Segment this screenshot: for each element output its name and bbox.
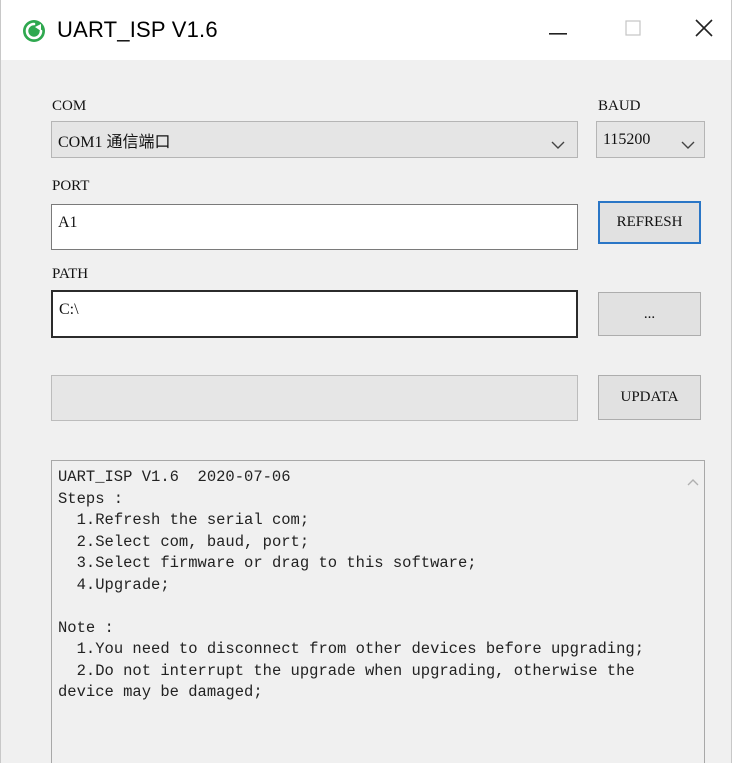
scroll-up-icon[interactable] <box>687 471 699 486</box>
path-label: PATH <box>52 266 89 282</box>
port-label: PORT <box>52 178 90 194</box>
green-refresh-icon <box>22 19 46 43</box>
refresh-button-label: REFRESH <box>616 214 683 230</box>
baud-select[interactable]: 115200 <box>596 121 705 158</box>
log-line: 4.Upgrade; <box>58 575 170 594</box>
window-title: UART_ISP V1.6 <box>57 17 218 42</box>
log-line: 1.You need to disconnect from other devi… <box>58 640 645 658</box>
path-input-value: C:\ <box>59 301 79 318</box>
log-line: Steps : <box>58 489 124 508</box>
progress-bar <box>51 375 578 421</box>
maximize-icon <box>625 20 641 40</box>
update-button-label: UPDATA <box>620 389 679 405</box>
close-button[interactable] <box>669 0 731 60</box>
close-icon <box>695 19 713 41</box>
minimize-icon <box>549 21 567 40</box>
log-line: Note : <box>58 618 114 637</box>
baud-label: BAUD <box>598 98 641 114</box>
port-input[interactable]: A1 <box>51 204 578 250</box>
com-select[interactable]: COM1 通信端口 <box>51 121 578 158</box>
port-input-value: A1 <box>58 214 78 231</box>
update-button[interactable]: UPDATA <box>598 375 701 420</box>
log-line: 2.Do not interrupt the upgrade when upgr… <box>58 661 645 702</box>
browse-button[interactable]: ... <box>598 292 701 336</box>
app-window: UART_ISP V1.6 COM COM1 通信端口 BAUD 115200 … <box>0 0 732 763</box>
title-bar[interactable]: UART_ISP V1.6 <box>1 0 731 60</box>
chevron-down-icon <box>551 135 565 149</box>
browse-button-label: ... <box>643 305 656 322</box>
log-text: UART_ISP V1.6 2020-07-06 Steps : 1.Refres… <box>58 467 670 704</box>
log-line: 2.Select com, baud, port; <box>58 532 310 551</box>
log-scrollbar[interactable] <box>682 461 704 763</box>
path-input[interactable]: C:\ <box>51 290 578 338</box>
com-label: COM <box>52 98 87 114</box>
maximize-button[interactable] <box>598 0 668 60</box>
com-selected-value: COM1 通信端口 <box>58 133 171 151</box>
log-line: 1.Refresh the serial com; <box>58 511 310 529</box>
refresh-button[interactable]: REFRESH <box>598 201 701 244</box>
baud-selected-value: 115200 <box>603 130 651 148</box>
minimize-button[interactable] <box>523 0 593 60</box>
log-line: 3.Select firmware or drag to this softwa… <box>58 554 477 572</box>
log-line: UART_ISP V1.6 2020-07-06 <box>58 468 291 486</box>
log-textbox[interactable]: UART_ISP V1.6 2020-07-06 Steps : 1.Refres… <box>51 460 705 763</box>
chevron-down-icon <box>681 135 695 149</box>
